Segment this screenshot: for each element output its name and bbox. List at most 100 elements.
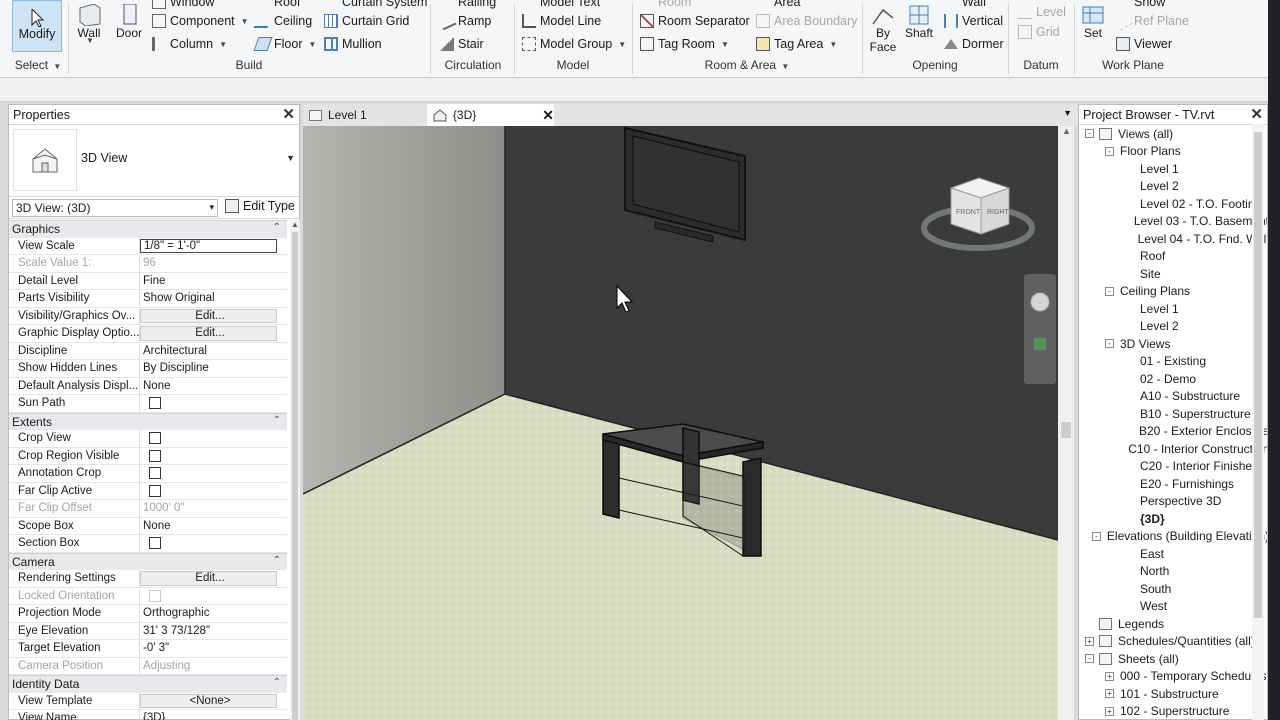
collapse-toggle-icon[interactable]: - bbox=[1105, 339, 1114, 349]
steering-wheel-icon[interactable] bbox=[1030, 292, 1050, 312]
tree-node[interactable]: West bbox=[1079, 598, 1267, 616]
tree-node[interactable]: {3D} bbox=[1079, 510, 1267, 528]
expand-toggle-icon[interactable]: + bbox=[1105, 706, 1114, 716]
section-identity[interactable]: Identity Data ⌃ bbox=[9, 675, 287, 693]
ramp-button[interactable]: Ramp bbox=[437, 11, 491, 31]
prop-target-elevation[interactable]: Target Elevation -0' 3" bbox=[9, 640, 287, 658]
tag-room-button[interactable]: Tag Room ▼ bbox=[640, 34, 729, 54]
tree-node[interactable]: Level 02 - T.O. Footing bbox=[1079, 195, 1267, 213]
component-button[interactable]: Component ▼ bbox=[152, 11, 249, 31]
collapse-toggle-icon[interactable]: - bbox=[1105, 146, 1114, 156]
mullion-button[interactable]: Mullion bbox=[324, 34, 382, 54]
section-camera[interactable]: Camera ⌃ bbox=[9, 552, 287, 570]
section-extents[interactable]: Extents ⌃ bbox=[9, 412, 287, 430]
prop-hidden-lines[interactable]: Show Hidden Lines By Discipline bbox=[9, 360, 287, 378]
tree-node[interactable]: B10 - Superstructure bbox=[1079, 405, 1267, 423]
tree-node[interactable]: +101 - Substructure bbox=[1079, 685, 1267, 703]
tree-node[interactable]: +000 - Temporary Schedules bbox=[1079, 668, 1267, 686]
tree-node[interactable]: Roof bbox=[1079, 248, 1267, 266]
tree-node[interactable]: B20 - Exterior Enclosure bbox=[1079, 423, 1267, 441]
area-boundary-button[interactable]: Area Boundary bbox=[756, 11, 857, 31]
tree-node[interactable]: North bbox=[1079, 563, 1267, 581]
rendering-edit-button[interactable]: Edit... bbox=[140, 571, 277, 586]
tree-node[interactable]: -3D Views bbox=[1079, 335, 1267, 353]
tree-node[interactable]: +102 - Superstructure bbox=[1079, 703, 1267, 720]
properties-scrollbar[interactable]: ▲ bbox=[290, 220, 300, 720]
door-button[interactable]: Door bbox=[112, 0, 146, 60]
type-selector[interactable]: 3D View ▼ bbox=[9, 125, 299, 197]
stair-button[interactable]: Stair bbox=[440, 34, 484, 54]
viewport-scrollbar[interactable]: ▲ bbox=[1058, 126, 1074, 720]
prop-value[interactable]: None bbox=[140, 518, 287, 535]
select-dropdown[interactable]: Select ▼ bbox=[10, 58, 66, 74]
prop-value[interactable]: Architectural bbox=[140, 343, 287, 360]
vertical-button[interactable]: Vertical bbox=[944, 11, 1003, 31]
tree-node[interactable]: East bbox=[1079, 545, 1267, 563]
tab-level-1[interactable]: Level 1 bbox=[303, 104, 427, 126]
prop-value[interactable]: Show Original bbox=[140, 290, 287, 307]
dormer-button[interactable]: Dormer bbox=[944, 34, 1004, 54]
edit-type-button[interactable]: Edit Type bbox=[225, 199, 295, 213]
column-button[interactable]: Column ▼ bbox=[152, 34, 227, 54]
prop-value[interactable]: {3D} bbox=[140, 710, 287, 720]
tree-node[interactable]: Site bbox=[1079, 265, 1267, 283]
3d-viewport[interactable]: FRONT RIGHT bbox=[303, 126, 1058, 720]
prop-detail-level[interactable]: Detail Level Fine bbox=[9, 272, 287, 290]
section-graphics[interactable]: Graphics ⌃ bbox=[9, 220, 287, 238]
expand-toggle-icon[interactable]: + bbox=[1105, 671, 1114, 681]
vg-edit-button[interactable]: Edit... bbox=[140, 308, 277, 323]
view-scale-field[interactable]: 1/8" = 1'-0" bbox=[140, 238, 277, 253]
chevron-down-icon[interactable]: ▼ bbox=[286, 153, 295, 163]
curtain-grid-button[interactable]: Curtain Grid bbox=[324, 11, 409, 31]
tree-node[interactable]: 01 - Existing bbox=[1079, 353, 1267, 371]
prop-analysis-display[interactable]: Default Analysis Displ... None bbox=[9, 377, 287, 395]
tree-node[interactable]: Perspective 3D bbox=[1079, 493, 1267, 511]
scene-canvas[interactable]: FRONT RIGHT bbox=[303, 126, 1058, 720]
crop-region-checkbox[interactable] bbox=[149, 449, 161, 462]
crop-view-checkbox[interactable] bbox=[149, 432, 161, 445]
viewer-button[interactable]: Viewer bbox=[1116, 34, 1172, 54]
scrollbar-thumb[interactable] bbox=[1061, 422, 1071, 438]
tree-node[interactable]: - Elevations (Building Elevation) bbox=[1079, 528, 1267, 546]
scrollbar-thumb[interactable] bbox=[292, 232, 298, 720]
model-group-button[interactable]: Model Group ▼ bbox=[522, 34, 626, 54]
collapse-toggle-icon[interactable]: - bbox=[1085, 654, 1094, 664]
set-button[interactable]: Set bbox=[1076, 0, 1110, 60]
collapse-toggle-icon[interactable]: - bbox=[1091, 531, 1101, 541]
expand-toggle-icon[interactable]: + bbox=[1085, 636, 1094, 646]
level-button[interactable]: Level bbox=[1018, 2, 1066, 22]
tree-node[interactable]: - Views (all) bbox=[1079, 125, 1267, 143]
tree-node[interactable]: E20 - Furnishings bbox=[1079, 475, 1267, 493]
scrollbar-thumb[interactable] bbox=[1254, 132, 1262, 618]
model-line-button[interactable]: Model Line bbox=[522, 11, 601, 31]
tree-node[interactable]: - Floor Plans bbox=[1079, 143, 1267, 161]
section-box-checkbox[interactable] bbox=[149, 537, 161, 550]
prop-eye-elevation[interactable]: Eye Elevation 31' 3 73/128" bbox=[9, 622, 287, 640]
collapse-toggle-icon[interactable]: - bbox=[1085, 129, 1094, 139]
collapse-toggle-icon[interactable]: - bbox=[1105, 286, 1114, 296]
close-icon[interactable]: ✕ bbox=[1250, 105, 1263, 125]
prop-parts-visibility[interactable]: Parts Visibility Show Original bbox=[9, 290, 287, 308]
graphic-display-edit-button[interactable]: Edit... bbox=[140, 326, 277, 341]
annotation-crop-checkbox[interactable] bbox=[149, 467, 161, 480]
wall-button[interactable]: Wall bbox=[72, 0, 106, 60]
prop-value[interactable]: 31' 3 73/128" bbox=[140, 623, 287, 640]
tree-node[interactable]: Level 2 bbox=[1079, 318, 1267, 336]
room-area-group-label[interactable]: Room & Area ▼ bbox=[634, 58, 860, 74]
zoom-region-icon[interactable] bbox=[1034, 338, 1046, 350]
room-separator-button[interactable]: Room Separator bbox=[640, 11, 750, 31]
close-icon[interactable]: ✕ bbox=[282, 105, 295, 125]
floor-button[interactable]: Floor ▼ bbox=[253, 34, 316, 54]
instance-selector[interactable]: 3D View: (3D) ▾ bbox=[12, 198, 218, 217]
shaft-button[interactable]: Shaft bbox=[902, 0, 936, 60]
chevron-down-icon[interactable]: ▼ bbox=[86, 36, 94, 45]
prop-view-name[interactable]: View Name {3D} bbox=[9, 710, 287, 720]
expand-toggle-icon[interactable]: + bbox=[1105, 689, 1114, 699]
browser-scrollbar[interactable] bbox=[1252, 124, 1264, 720]
tree-node[interactable]: - Ceiling Plans bbox=[1079, 283, 1267, 301]
prop-discipline[interactable]: Discipline Architectural bbox=[9, 342, 287, 360]
prop-value[interactable]: Fine bbox=[140, 273, 287, 290]
prop-value[interactable]: By Discipline bbox=[140, 360, 287, 377]
tree-node[interactable]: A10 - Substructure bbox=[1079, 388, 1267, 406]
prop-scope-box[interactable]: Scope Box None bbox=[9, 517, 287, 535]
